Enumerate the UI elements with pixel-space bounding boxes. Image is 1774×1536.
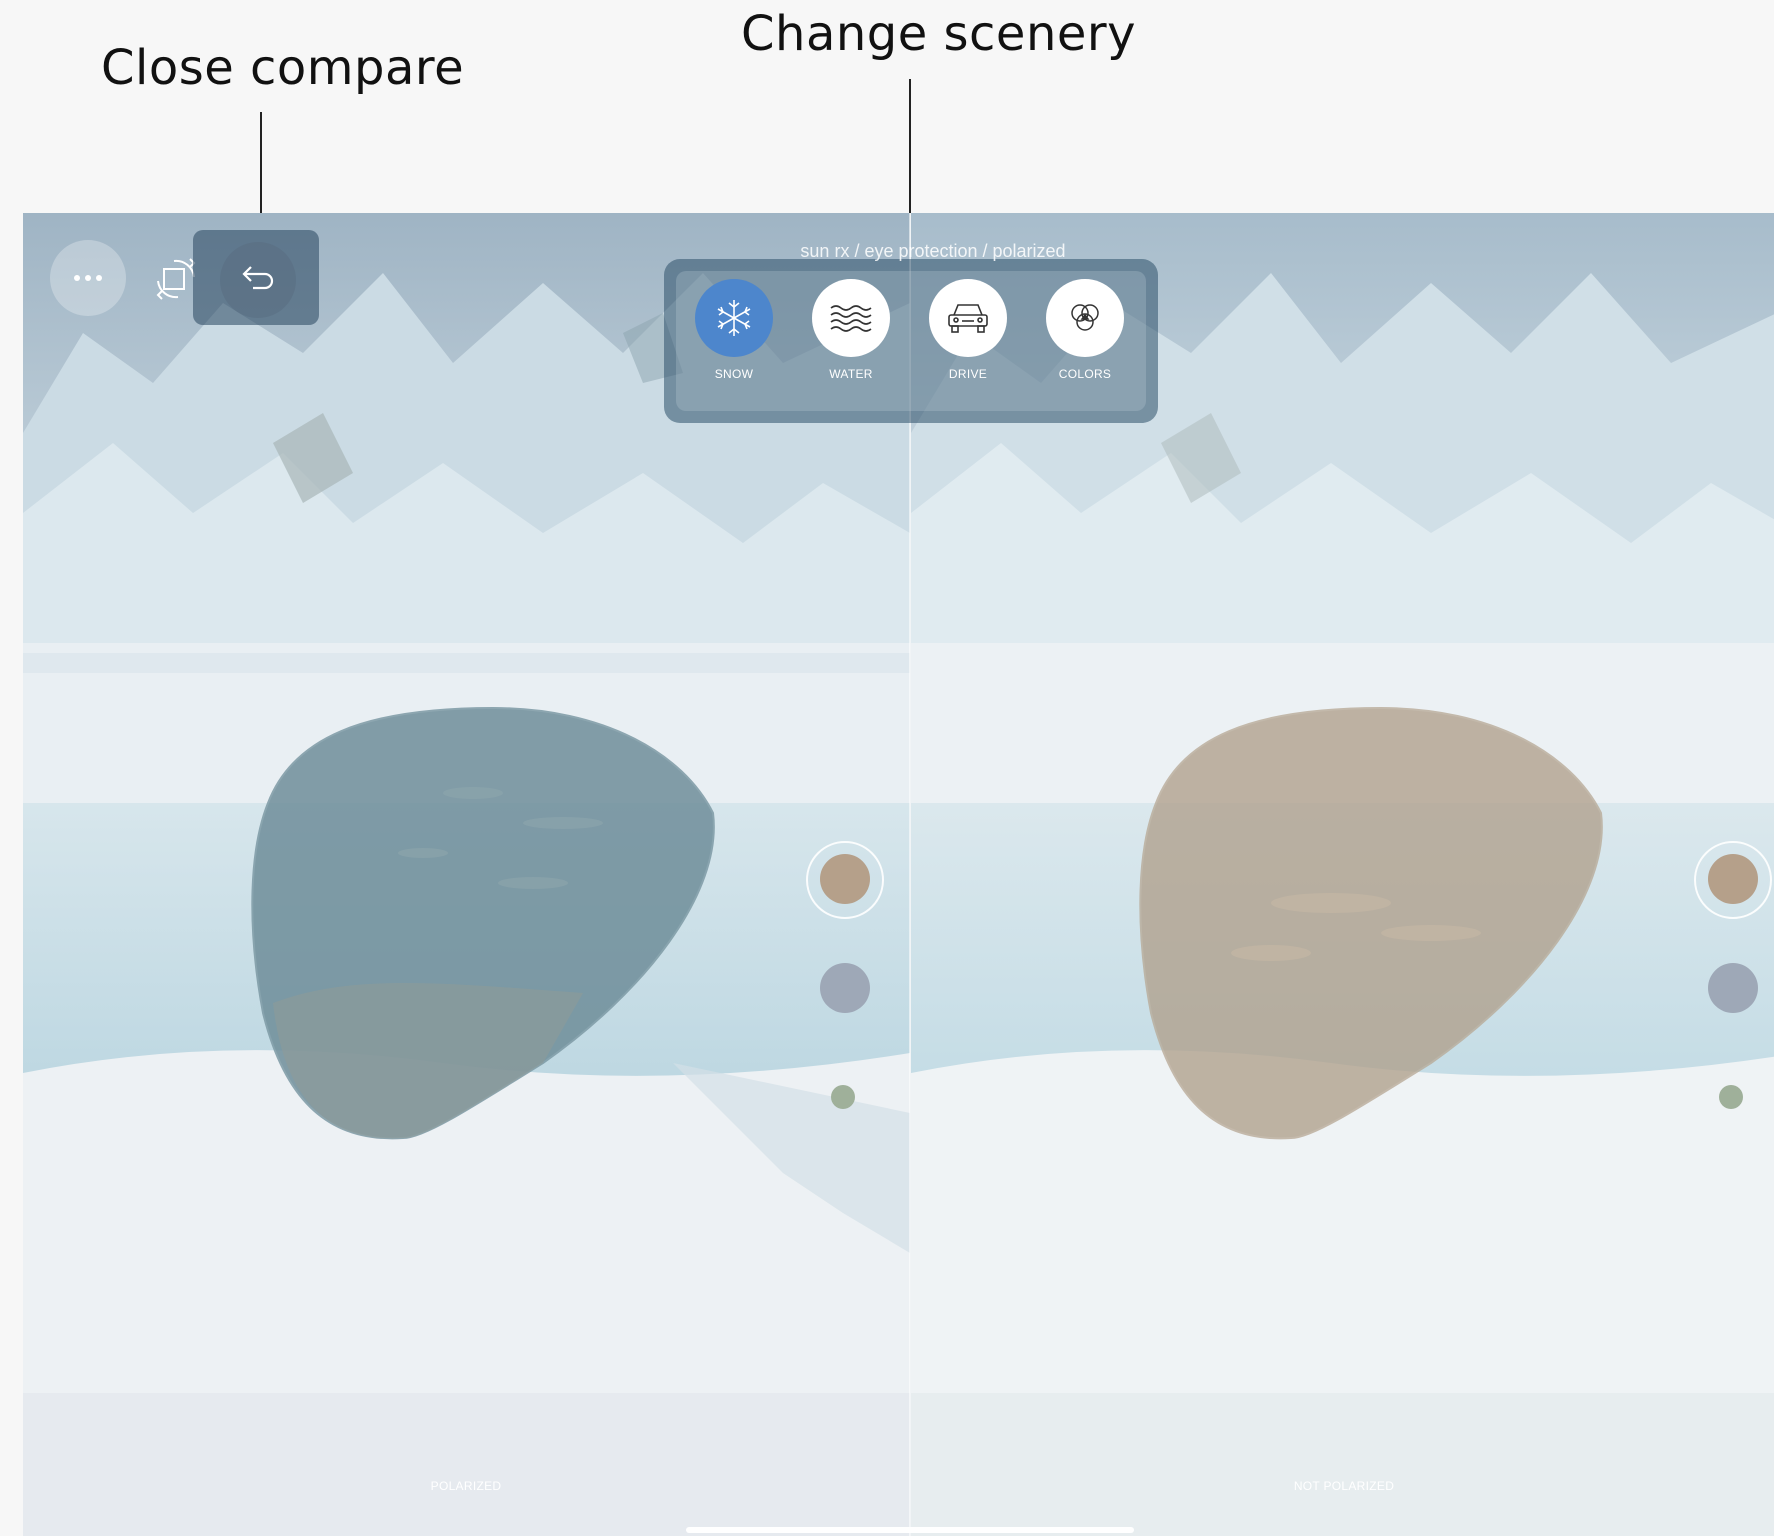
back-arrow-icon: [241, 263, 275, 298]
color-circles-icon: [1046, 279, 1124, 357]
scene-option-water[interactable]: WATER: [811, 279, 891, 381]
ellipsis-icon: [73, 269, 103, 287]
scene-option-colors[interactable]: COLORS: [1045, 279, 1125, 381]
waves-icon: [812, 279, 890, 357]
close-compare-highlight: [193, 230, 319, 325]
swatch-gray[interactable]: [820, 963, 870, 1013]
swatch-brown[interactable]: [820, 854, 870, 904]
compare-screen: POLARIZED NOT POLARIZED sun rx / eye pro…: [23, 213, 1774, 1536]
scene-label-water: WATER: [829, 367, 873, 381]
scene-option-snow[interactable]: SNOW: [694, 279, 774, 381]
swatch-green[interactable]: [831, 1085, 855, 1109]
swatch-brown-right[interactable]: [1708, 854, 1758, 904]
scene-label-drive: DRIVE: [948, 367, 988, 381]
scenery-selector: SNOW WATER DRIVE COLORS: [664, 259, 1158, 423]
home-indicator[interactable]: [686, 1527, 1134, 1533]
close-compare-button[interactable]: [220, 242, 296, 318]
car-icon: [929, 279, 1007, 357]
scene-label-snow: SNOW: [714, 367, 754, 381]
scene-option-drive[interactable]: DRIVE: [928, 279, 1008, 381]
pane-label-left: POLARIZED: [430, 1479, 502, 1493]
snowflake-icon: [695, 279, 773, 357]
annotation-close-compare: Close compare: [101, 40, 465, 96]
scene-label-colors: COLORS: [1058, 367, 1112, 381]
swatch-gray-right[interactable]: [1708, 963, 1758, 1013]
swatch-green-right[interactable]: [1719, 1085, 1743, 1109]
annotation-change-scenery: Change scenery: [741, 6, 1137, 62]
pane-label-right: NOT POLARIZED: [1293, 1479, 1395, 1493]
breadcrumb: sun rx / eye protection / polarized: [800, 241, 1066, 261]
more-menu-button[interactable]: [50, 240, 126, 316]
